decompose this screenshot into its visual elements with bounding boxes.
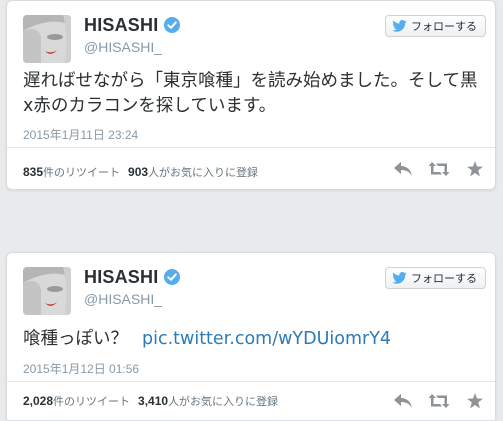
favorite-label: 人がお気に入りに登録 — [168, 396, 279, 408]
handle[interactable]: @HISASHI_ — [84, 39, 162, 55]
verified-badge-icon — [164, 269, 181, 285]
tweet-card: HISASHI @HISASHI_ フォローする 遅ればせながら「東京喰種」を読… — [6, 0, 496, 190]
tweet-stats: 2,028 件のリツイート 3,410 人がお気に入りに登録 — [23, 393, 278, 409]
follow-label: フォローする — [411, 20, 477, 33]
follow-button[interactable]: フォローする — [385, 267, 486, 289]
tweet-card: HISASHI @HISASHI_ フォローする 喰種っぽい？ pic.twitt… — [6, 252, 496, 420]
twitter-bird-icon — [392, 272, 407, 284]
display-name[interactable]: HISASHI — [84, 267, 158, 288]
star-icon — [467, 161, 483, 177]
retweet-label: 件のリツイート — [43, 167, 121, 179]
follow-label: フォローする — [411, 272, 477, 285]
tweet-stats: 835 件のリツイート 903 人がお気に入りに登録 — [23, 164, 258, 180]
tweet-text: 遅ればせながら「東京喰種」を読み始めました。そして黒x赤のカラコンを探しています… — [23, 71, 478, 116]
retweet-button[interactable] — [429, 161, 449, 177]
favorite-count[interactable]: 3,410 — [138, 394, 168, 408]
follow-button[interactable]: フォローする — [385, 15, 486, 37]
display-name[interactable]: HISASHI — [84, 15, 158, 36]
avatar[interactable] — [23, 267, 71, 315]
avatar[interactable] — [23, 15, 71, 63]
retweet-icon — [429, 162, 449, 176]
tweet-text: 喰種っぽい？ pic.twitter.com/wYDUiomrY4 — [23, 327, 483, 352]
retweet-count[interactable]: 835 — [23, 165, 43, 179]
divider — [7, 147, 495, 148]
tweet-actions — [377, 161, 485, 177]
reply-button[interactable] — [393, 393, 413, 409]
author-row[interactable]: HISASHI — [84, 15, 181, 36]
tweet-text-body: 喰種っぽい？ — [23, 329, 128, 349]
star-icon — [467, 393, 483, 409]
handle[interactable]: @HISASHI_ — [84, 291, 162, 307]
divider — [7, 381, 495, 382]
favorite-count[interactable]: 903 — [128, 165, 148, 179]
author-row[interactable]: HISASHI — [84, 267, 181, 288]
timestamp[interactable]: 2015年1月12日 01:56 — [23, 360, 139, 377]
favorite-label: 人がお気に入りに登録 — [148, 167, 259, 179]
retweet-icon — [429, 394, 449, 408]
timestamp[interactable]: 2015年1月11日 23:24 — [23, 126, 138, 143]
retweet-count[interactable]: 2,028 — [23, 394, 53, 408]
media-link[interactable]: pic.twitter.com/wYDUiomrY4 — [142, 329, 391, 349]
retweet-button[interactable] — [429, 393, 449, 409]
favorite-button[interactable] — [465, 161, 485, 177]
reply-icon — [394, 394, 412, 408]
verified-badge-icon — [164, 17, 181, 33]
twitter-bird-icon — [392, 20, 407, 32]
tweet-actions — [377, 393, 485, 409]
reply-icon — [394, 162, 412, 176]
reply-button[interactable] — [393, 161, 413, 177]
retweet-label: 件のリツイート — [53, 396, 131, 408]
favorite-button[interactable] — [465, 393, 485, 409]
